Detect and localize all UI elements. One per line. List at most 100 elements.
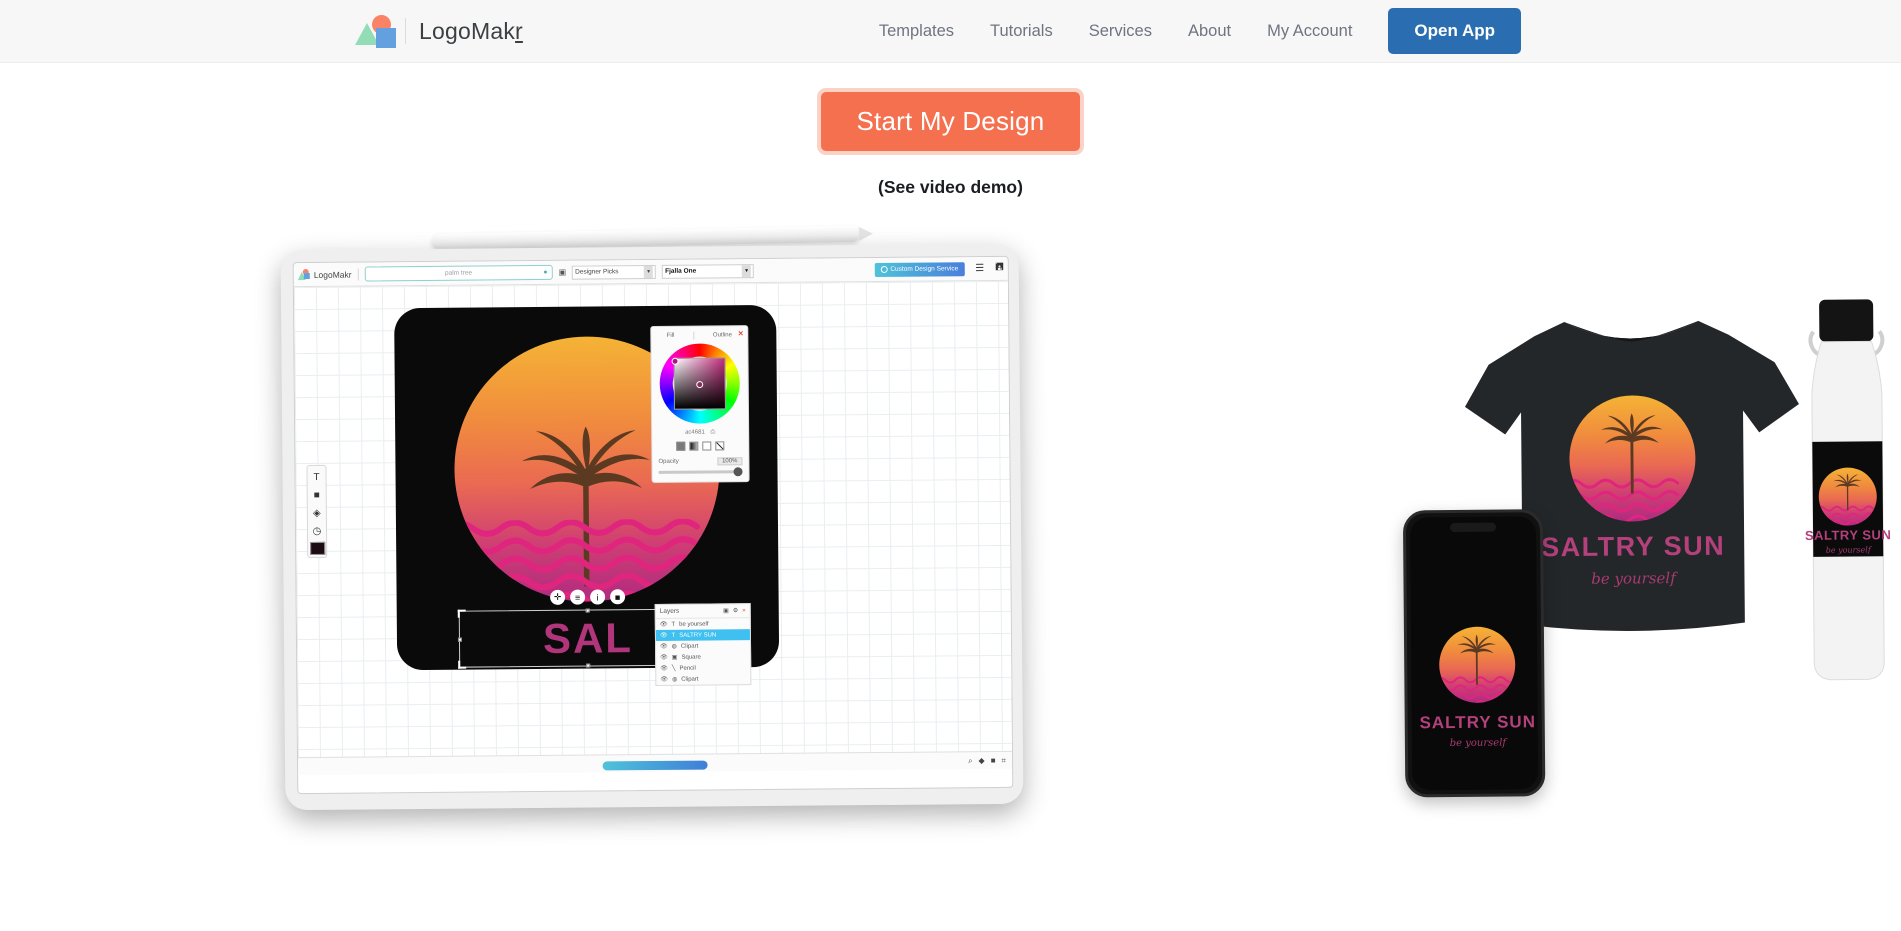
hamburger-menu-icon[interactable]: ☰ [975,263,984,274]
app-brand-logo[interactable]: LogoMakr [297,268,352,281]
close-x-icon[interactable]: × [738,328,743,338]
eye-icon[interactable]: 👁 [660,654,668,661]
move-icon[interactable]: ✛ [550,589,566,605]
color-picker-panel: Fill Outline × ac4681 ⎙ Opacity 100% [650,325,750,484]
app-search-value: palm tree [444,269,473,277]
layer-label: Clipart [681,676,699,683]
app-logomakr-shapes-icon [297,268,311,281]
current-color-swatch[interactable] [309,541,325,555]
artboard[interactable]: ✛ ≡ i ■ SAL Fill Outline × ac4681 ⎙ Opac… [394,304,780,686]
hex-value[interactable]: ac4681 [685,430,705,436]
tablet-screen: LogoMakr palm tree ● ▣ Designer Picks ▼ … [292,255,1014,795]
duplicate-icon[interactable]: ▣ [723,607,729,614]
swatch-outline[interactable] [702,441,712,451]
nav-about[interactable]: About [1188,22,1231,41]
saturation-value-square[interactable] [673,357,726,410]
font-select[interactable]: Fjalla One ▼ [662,263,755,279]
phone-logo-artwork: SALTRY SUN be yourself [1419,626,1536,749]
hue-knob[interactable] [671,357,679,365]
layer-row-square[interactable]: 👁 ▣ Square [656,651,750,663]
bottle-mockup: SALTRY SUN be yourself [1805,299,1891,681]
zoom-icon[interactable]: ⌕ [968,756,973,766]
start-my-design-button[interactable]: Start My Design [816,88,1085,155]
history-tool-icon[interactable]: ◷ [309,523,325,539]
magnifier-icon[interactable]: ● [543,269,547,276]
text-layer-icon: T [671,632,676,639]
swatch-none[interactable] [715,441,725,451]
tab-divider [693,331,695,340]
align-icon[interactable]: ≡ [570,589,586,605]
resize-handle-bottom-left[interactable] [458,660,467,669]
saturation-knob[interactable] [696,381,704,389]
hero-stage: LogoMakr palm tree ● ▣ Designer Picks ▼ … [0,220,1901,840]
resize-handle-bottom-center[interactable] [586,663,591,668]
tshirt-logo-tagline: be yourself [1591,569,1678,588]
tablet-device: LogoMakr palm tree ● ▣ Designer Picks ▼ … [280,243,1891,811]
app-bottom-bar: ⌕ ◆ ■ ⌗ [297,750,1013,776]
opacity-slider[interactable] [658,470,743,474]
swatch-solid[interactable] [676,441,686,451]
text-tool-icon[interactable]: T [308,469,324,485]
resize-handle-top-left[interactable] [457,609,466,618]
layer-row-clipart-1[interactable]: 👁 ◍ Clipart [656,640,750,652]
phone-logo-title: SALTRY SUN [1419,712,1536,732]
app-search-input[interactable]: palm tree ● [364,264,553,282]
close-x-icon[interactable]: × [742,608,746,614]
layer-row-pencil[interactable]: 👁 ╲ Pencil [656,662,750,674]
brand-name: LogoMakr [419,18,523,45]
nav-templates[interactable]: Templates [879,22,954,41]
layers-icon[interactable]: ◆ [978,756,984,765]
layer-row-saltry-sun[interactable]: 👁 T SALTRY SUN [655,629,750,641]
layer-label: Pencil [679,665,696,672]
custom-design-service-label: Custom Design Service [890,265,959,273]
eye-icon[interactable]: 👁 [660,665,668,672]
shape-tool-icon[interactable]: ◈ [309,505,325,521]
layer-label: be yourself [679,621,709,628]
outline-tab[interactable]: Outline [713,332,732,338]
phone-screen: SALTRY SUN be yourself [1409,516,1539,791]
toolbar-divider [357,268,359,281]
gear-icon[interactable]: ⚙ [733,607,738,614]
hero-cta-section: Start My Design (See video demo) [0,88,1901,198]
trash-icon[interactable]: ■ [991,756,996,765]
square-tool-icon[interactable]: ■ [309,487,325,503]
eye-icon[interactable]: 👁 [660,621,668,628]
brand-divider [405,18,406,44]
nav-services[interactable]: Services [1089,22,1152,41]
crop-icon[interactable]: ⌗ [1001,755,1006,765]
fill-tab[interactable]: Fill [667,333,675,339]
eye-icon[interactable]: 👁 [660,676,668,683]
design-canvas[interactable]: T ■ ◈ ◷ ✛ ≡ i ■ SAL Fill Outline × ac468… [293,280,1013,776]
resize-handle-middle-left[interactable] [457,637,462,642]
color-swatches [658,441,742,451]
nav-my-account[interactable]: My Account [1267,22,1352,41]
open-app-button[interactable]: Open App [1388,8,1521,54]
tool-rail: T ■ ◈ ◷ [306,464,328,559]
phone-mockup: SALTRY SUN be yourself [1402,509,1546,798]
designer-picks-label: Designer Picks [575,268,619,276]
custom-design-service-button[interactable]: Custom Design Service [874,261,965,277]
info-icon[interactable]: i [590,589,606,605]
chevron-down-icon: ▼ [742,264,752,277]
layer-label: Clipart [680,643,699,650]
color-wheel[interactable] [659,343,741,424]
layer-label: Square [681,654,701,661]
brand-logo[interactable]: LogoMakr [355,15,523,48]
horizontal-scrollbar[interactable] [602,760,708,771]
copy-icon[interactable]: ⎙ [710,429,715,435]
opacity-value[interactable]: 100% [717,457,743,466]
opacity-label: Opacity [658,458,679,465]
designer-picks-select[interactable]: Designer Picks ▼ [572,264,657,280]
image-icon[interactable]: ▣ [559,268,567,277]
eye-icon[interactable]: 👁 [660,643,668,650]
layer-row-clipart-2[interactable]: 👁 ◍ Clipart [656,673,750,685]
see-video-demo-link[interactable]: (See video demo) [0,177,1901,198]
delete-icon[interactable]: ■ [610,589,626,605]
eye-icon[interactable]: 👁 [660,632,668,639]
swatch-gradient[interactable] [689,441,699,451]
save-disk-icon[interactable]: 🖪 [995,260,1004,277]
nav-tutorials[interactable]: Tutorials [990,22,1053,41]
bottle-logo-tagline: be yourself [1826,545,1873,554]
layer-row-be-yourself[interactable]: 👁 T be yourself [656,618,750,630]
resize-handle-top-center[interactable] [585,608,590,613]
